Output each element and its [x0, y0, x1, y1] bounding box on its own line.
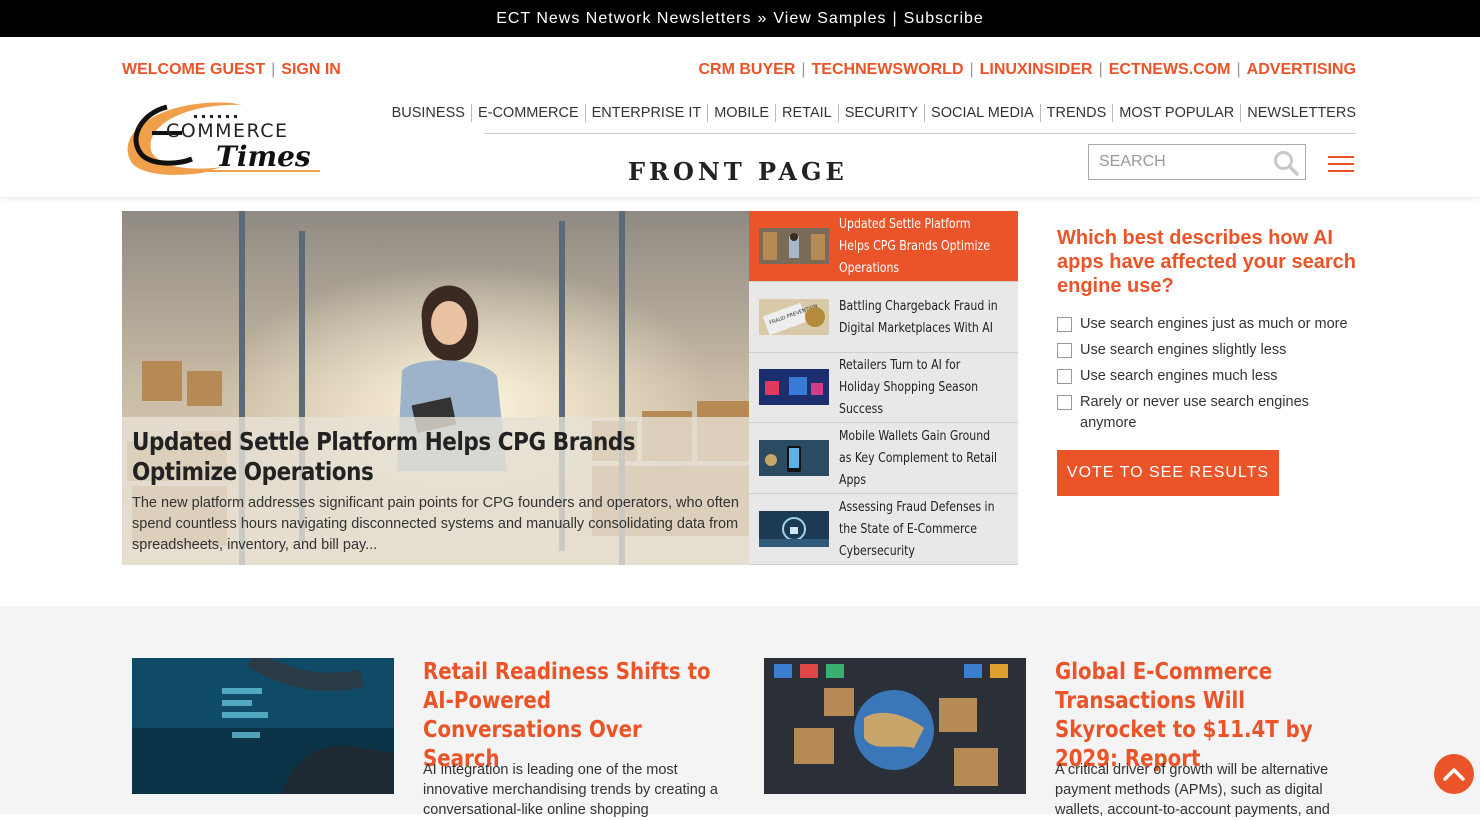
network-link-advertising[interactable]: ADVERTISING — [1247, 61, 1356, 79]
poll-option[interactable]: Rarely or never use search engines anymo… — [1057, 392, 1357, 434]
newsletter-banner: ECT News Network Newsletters » View Samp… — [0, 0, 1480, 37]
banner-separator: » — [757, 9, 768, 27]
search-icon[interactable] — [1273, 150, 1299, 181]
poll-checkbox[interactable] — [1057, 395, 1072, 410]
hero-caption: Updated Settle Platform Helps CPG Brands… — [122, 417, 749, 565]
poll-options: Use search engines just as much or more … — [1057, 314, 1357, 434]
card-image[interactable] — [132, 658, 394, 794]
nav-trends[interactable]: TRENDS — [1041, 104, 1114, 122]
site-header: WELCOME GUEST | SIGN IN CRM BUYER | TECH… — [0, 37, 1480, 197]
nav-mobile[interactable]: MOBILE — [708, 104, 777, 122]
logo-commerce-text: COMMERCE — [166, 120, 289, 142]
network-separator: | — [801, 61, 806, 78]
network-link-ectnews[interactable]: ECTNEWS.COM — [1109, 61, 1231, 79]
search-box — [1088, 144, 1306, 180]
logo-graphic: COMMERCE Times — [127, 102, 320, 175]
card-title[interactable]: Global E-Commerce Transactions Will Skyr… — [1055, 658, 1347, 774]
banner-separator: | — [892, 9, 898, 27]
network-link-linuxinsider[interactable]: LINUXINSIDER — [980, 61, 1093, 79]
network-links: CRM BUYER | TECHNEWSWORLD | LINUXINSIDER… — [698, 61, 1356, 79]
story-thumbnail — [759, 227, 829, 264]
side-story-title: Assessing Fraud Defenses in the State of… — [839, 499, 995, 560]
card-summary: AI integration is leading one of the mos… — [423, 762, 718, 818]
story-grid: Retail Readiness Shifts to AI-Powered Co… — [0, 606, 1480, 818]
hero-title[interactable]: Updated Settle Platform Helps CPG Brands… — [132, 427, 734, 487]
logo-times-text: Times — [216, 140, 311, 173]
side-stories: Updated Settle Platform Helps CPG Brands… — [749, 211, 1018, 565]
side-story-title: Mobile Wallets Gain Ground as Key Comple… — [839, 428, 998, 489]
nav-newsletters[interactable]: NEWSLETTERS — [1241, 104, 1356, 122]
network-link-technewsworld[interactable]: TECHNEWSWORLD — [812, 61, 964, 79]
vote-button[interactable]: VOTE TO SEE RESULTS — [1057, 450, 1279, 496]
hero-story[interactable]: Updated Settle Platform Helps CPG Brands… — [122, 211, 749, 565]
nav-security[interactable]: SECURITY — [839, 104, 926, 122]
side-story[interactable]: Assessing Fraud Defenses in the State of… — [749, 494, 1018, 565]
nav-social-media[interactable]: SOCIAL MEDIA — [925, 104, 1041, 122]
poll-option[interactable]: Use search engines much less — [1057, 366, 1357, 387]
page-title: FRONT PAGE — [628, 157, 848, 186]
poll-option[interactable]: Use search engines slightly less — [1057, 340, 1357, 361]
nav-business[interactable]: BUSINESS — [392, 104, 472, 122]
side-story[interactable]: Retailers Turn to AI for Holiday Shoppin… — [749, 353, 1018, 424]
poll-option-label: Use search engines just as much or more — [1080, 316, 1348, 332]
chevron-up-icon — [1443, 768, 1465, 781]
poll-option-label: Use search engines slightly less — [1080, 342, 1287, 358]
card-thumbnail — [132, 658, 394, 794]
ecommerce-times-logo[interactable]: COMMERCE Times — [122, 93, 322, 175]
main-navigation: BUSINESS E-COMMERCE ENTERPRISE IT MOBILE… — [392, 104, 1356, 122]
nav-most-popular[interactable]: MOST POPULAR — [1113, 104, 1242, 122]
nav-retail[interactable]: RETAIL — [776, 104, 839, 122]
poll-checkbox[interactable] — [1057, 343, 1072, 358]
back-to-top-button[interactable] — [1434, 754, 1474, 794]
card-summary: A critical driver of growth will be alte… — [1055, 762, 1330, 818]
side-story[interactable]: FRAUD PREVENTION Battling Chargeback Fra… — [749, 282, 1018, 353]
view-samples-link[interactable]: View Samples — [773, 10, 886, 28]
story-thumbnail — [759, 440, 829, 477]
subscribe-link[interactable]: Subscribe — [904, 10, 984, 28]
side-story-title: Battling Chargeback Fraud in Digital Mar… — [839, 297, 998, 336]
side-story-title: Updated Settle Platform Helps CPG Brands… — [839, 215, 991, 276]
poll-option[interactable]: Use search engines just as much or more — [1057, 314, 1357, 335]
account-links: WELCOME GUEST | SIGN IN — [122, 61, 341, 79]
poll-checkbox[interactable] — [1057, 369, 1072, 384]
search-input[interactable] — [1099, 153, 1269, 171]
side-story-title: Retailers Turn to AI for Holiday Shoppin… — [839, 357, 979, 418]
network-separator: | — [1098, 61, 1103, 78]
welcome-guest-link[interactable]: WELCOME GUEST — [122, 61, 265, 79]
hamburger-menu-icon[interactable] — [1328, 156, 1354, 172]
network-link-crm-buyer[interactable]: CRM BUYER — [698, 61, 795, 79]
side-story[interactable]: Mobile Wallets Gain Ground as Key Comple… — [749, 423, 1018, 495]
card-image[interactable] — [764, 658, 1026, 794]
nav-e-commerce[interactable]: E-COMMERCE — [472, 104, 586, 122]
nav-enterprise-it[interactable]: ENTERPRISE IT — [586, 104, 709, 122]
poll-option-label: Use search engines much less — [1080, 368, 1278, 384]
story-thumbnail — [759, 369, 829, 406]
network-separator: | — [969, 61, 974, 78]
story-thumbnail: FRAUD PREVENTION — [759, 298, 829, 335]
hero-summary: The new platform addresses significant p… — [132, 495, 739, 553]
poll-option-label: Rarely or never use search engines anymo… — [1080, 394, 1309, 431]
card-thumbnail — [764, 658, 1026, 794]
newsletters-link[interactable]: ECT News Network Newsletters — [496, 10, 751, 28]
reader-poll: Which best describes how AI apps have af… — [1057, 226, 1357, 496]
poll-question: Which best describes how AI apps have af… — [1057, 227, 1357, 297]
account-separator: | — [271, 61, 276, 78]
card-title[interactable]: Retail Readiness Shifts to AI-Powered Co… — [423, 658, 715, 774]
story-thumbnail — [759, 511, 829, 548]
sign-in-link[interactable]: SIGN IN — [281, 61, 341, 79]
nav-divider — [484, 133, 1356, 134]
poll-checkbox[interactable] — [1057, 317, 1072, 332]
side-story[interactable]: Updated Settle Platform Helps CPG Brands… — [749, 211, 1018, 282]
network-separator: | — [1236, 61, 1241, 78]
